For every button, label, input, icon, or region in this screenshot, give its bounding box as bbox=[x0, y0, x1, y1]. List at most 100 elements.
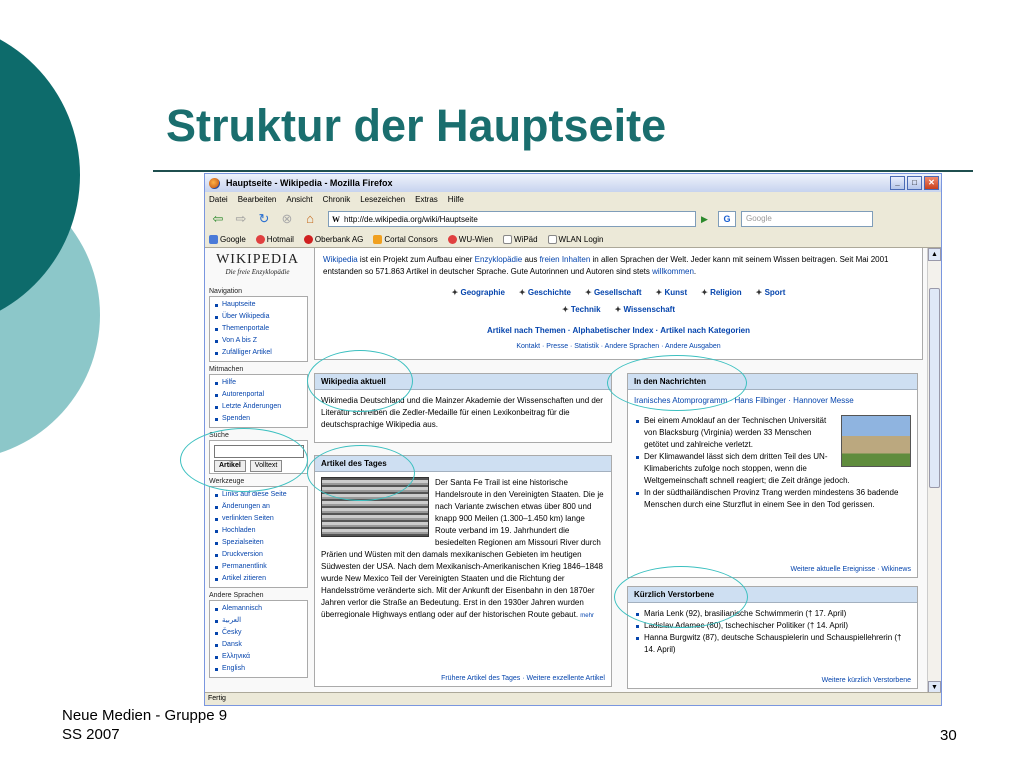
bookmark-label: WLAN Login bbox=[558, 234, 604, 244]
menu-extras[interactable]: Extras bbox=[415, 195, 438, 204]
scroll-up-icon[interactable]: ▲ bbox=[928, 248, 941, 261]
dead-list: Maria Lenk (92), brasilianische Schwimme… bbox=[634, 608, 911, 656]
portal-religion[interactable]: Religion bbox=[701, 287, 742, 299]
maximize-button[interactable]: □ bbox=[907, 176, 922, 190]
window-title: Hauptseite - Wikipedia - Mozilla Firefox bbox=[226, 178, 393, 188]
bookmark-wuwien[interactable]: WU-Wien bbox=[447, 234, 493, 244]
intro-link-wikipedia[interactable]: Wikipedia bbox=[323, 255, 358, 264]
tools-link[interactable]: Hochladen bbox=[214, 525, 305, 537]
nav-link[interactable]: Themenportale bbox=[214, 323, 305, 335]
bookmark-label: WiPäd bbox=[513, 234, 538, 244]
aktuell-heading: Wikipedia aktuell bbox=[315, 374, 611, 390]
santa-fe-trail-image[interactable] bbox=[321, 477, 429, 537]
go-arrow-icon[interactable]: ▶ bbox=[701, 214, 713, 225]
tools-link[interactable]: Spezialseiten bbox=[214, 537, 305, 549]
news-footer-links[interactable]: Weitere aktuelle Ereignisse · Wikinews bbox=[791, 566, 911, 573]
forward-arrow-icon[interactable]: ⇨ bbox=[232, 211, 250, 227]
slide-title: Struktur der Hauptseite bbox=[166, 100, 667, 151]
tools-link[interactable]: Permanentlink bbox=[214, 561, 305, 573]
mitmachen-link[interactable]: Spenden bbox=[214, 413, 305, 425]
article-button[interactable]: Artikel bbox=[214, 460, 246, 472]
vertical-scrollbar[interactable]: ▲ ▼ bbox=[927, 248, 941, 694]
firefox-icon bbox=[209, 177, 220, 189]
language-link[interactable]: Česky bbox=[214, 627, 305, 639]
tages-body: Der Santa Fe Trail ist eine historische … bbox=[315, 472, 611, 627]
stop-icon[interactable]: ⊗ bbox=[278, 211, 296, 227]
tools-link[interactable]: Links auf diese Seite bbox=[214, 489, 305, 501]
portal-geographie[interactable]: Geographie bbox=[452, 287, 504, 299]
bookmark-wipaed[interactable]: WiPäd bbox=[502, 234, 538, 244]
language-link[interactable]: العربية bbox=[214, 615, 305, 627]
bookmark-label: Cortal Consors bbox=[384, 234, 438, 244]
nav-link[interactable]: Hauptseite bbox=[214, 299, 305, 311]
portal-sport[interactable]: Sport bbox=[756, 287, 786, 299]
minor-links[interactable]: Kontakt · Presse · Statistik · Andere Sp… bbox=[323, 341, 914, 353]
menu-hilfe[interactable]: Hilfe bbox=[448, 195, 464, 204]
cortal-icon bbox=[373, 234, 383, 244]
intro-link-freie-inhalte[interactable]: freien Inhalten bbox=[540, 255, 591, 264]
bookmark-oberbank[interactable]: Oberbank AG bbox=[303, 234, 363, 244]
tools-link[interactable]: Druckversion bbox=[214, 549, 305, 561]
menu-ansicht[interactable]: Ansicht bbox=[286, 195, 312, 204]
bookmark-wlan[interactable]: WLAN Login bbox=[547, 234, 604, 244]
portal-technik[interactable]: Technik bbox=[562, 304, 601, 316]
hotmail-icon bbox=[255, 234, 265, 244]
portal-geschichte[interactable]: Geschichte bbox=[519, 287, 571, 299]
mitmachen-link[interactable]: Hilfe bbox=[214, 377, 305, 389]
dead-footer-link[interactable]: Weitere kürzlich Verstorbene bbox=[822, 677, 911, 684]
dead-item: Maria Lenk (92), brasilianische Schwimme… bbox=[634, 608, 911, 620]
bookmark-hotmail[interactable]: Hotmail bbox=[255, 234, 294, 244]
language-link[interactable]: English bbox=[214, 663, 305, 675]
mitmachen-link[interactable]: Autorenportal bbox=[214, 389, 305, 401]
menu-chronik[interactable]: Chronik bbox=[323, 195, 351, 204]
scroll-thumb[interactable] bbox=[929, 288, 940, 488]
tages-footer-links[interactable]: Frühere Artikel des Tages · Weitere exze… bbox=[441, 675, 605, 682]
nav-link[interactable]: Zufälliger Artikel bbox=[214, 347, 305, 359]
portal-kunst[interactable]: Kunst bbox=[656, 287, 687, 299]
index-links[interactable]: Artikel nach Themen · Alphabetischer Ind… bbox=[323, 325, 914, 337]
language-link[interactable]: Alemannisch bbox=[214, 603, 305, 615]
mitmachen-link[interactable]: Letzte Änderungen bbox=[214, 401, 305, 413]
google-search-engine-icon[interactable]: G bbox=[718, 211, 736, 227]
portals-row: Geographie Geschichte Gesellschaft Kunst… bbox=[323, 287, 914, 299]
intro-link-willkommen[interactable]: willkommen bbox=[652, 267, 694, 276]
minimize-button[interactable]: _ bbox=[890, 176, 905, 190]
news-body: Iranisches Atomprogramm · Hans Filbinger… bbox=[628, 390, 917, 516]
tages-heading: Artikel des Tages bbox=[315, 456, 611, 472]
oberbank-icon bbox=[303, 234, 313, 244]
verstorbene-box: Kürzlich Verstorbene Maria Lenk (92), br… bbox=[627, 586, 918, 689]
menu-bar: Datei Bearbeiten Ansicht Chronik Lesezei… bbox=[205, 192, 941, 207]
language-link[interactable]: Dansk bbox=[214, 639, 305, 651]
tools-link[interactable]: verlinkten Seiten bbox=[214, 513, 305, 525]
close-button[interactable]: ✕ bbox=[924, 176, 939, 190]
bookmark-google[interactable]: Google bbox=[209, 234, 246, 244]
language-link[interactable]: Ελληνικά bbox=[214, 651, 305, 663]
search-input[interactable]: Google bbox=[741, 211, 873, 227]
wiki-search-input[interactable] bbox=[214, 445, 304, 458]
news-topic-links[interactable]: Iranisches Atomprogramm · Hans Filbinger… bbox=[634, 395, 911, 407]
reload-icon[interactable]: ↻ bbox=[255, 211, 273, 227]
tages-more-link[interactable]: mehr bbox=[580, 613, 594, 619]
wikipedia-logo[interactable]: WIKIPEDIA Die freie Enzyklopädie bbox=[205, 248, 310, 284]
back-arrow-icon[interactable]: ⇦ bbox=[209, 211, 227, 227]
tools-heading: Werkzeuge bbox=[209, 478, 245, 485]
wikipedia-favicon: W bbox=[332, 214, 340, 224]
intro-link-enzyklopaedie[interactable]: Enzyklopädie bbox=[475, 255, 523, 264]
nav-link[interactable]: Über Wikipedia bbox=[214, 311, 305, 323]
nav-link[interactable]: Von A bis Z bbox=[214, 335, 305, 347]
portal-wissenschaft[interactable]: Wissenschaft bbox=[615, 304, 676, 316]
fulltext-button[interactable]: Volltext bbox=[249, 460, 283, 472]
menu-lesezeichen[interactable]: Lesezeichen bbox=[360, 195, 405, 204]
tools-link[interactable]: Änderungen an bbox=[214, 501, 305, 513]
bookmark-cortal[interactable]: Cortal Consors bbox=[373, 234, 438, 244]
home-icon[interactable]: ⌂ bbox=[301, 211, 319, 227]
url-text: http://de.wikipedia.org/wiki/Hauptseite bbox=[344, 214, 478, 224]
menu-bearbeiten[interactable]: Bearbeiten bbox=[238, 195, 277, 204]
url-bar[interactable]: W http://de.wikipedia.org/wiki/Hauptseit… bbox=[328, 211, 696, 227]
logo-subtitle: Die freie Enzyklopädie bbox=[225, 268, 290, 276]
tools-link[interactable]: Artikel zitieren bbox=[214, 573, 305, 585]
news-item: In der südthailändischen Provinz Trang w… bbox=[634, 487, 911, 511]
menu-datei[interactable]: Datei bbox=[209, 195, 228, 204]
portal-gesellschaft[interactable]: Gesellschaft bbox=[585, 287, 642, 299]
page-icon bbox=[547, 234, 557, 244]
